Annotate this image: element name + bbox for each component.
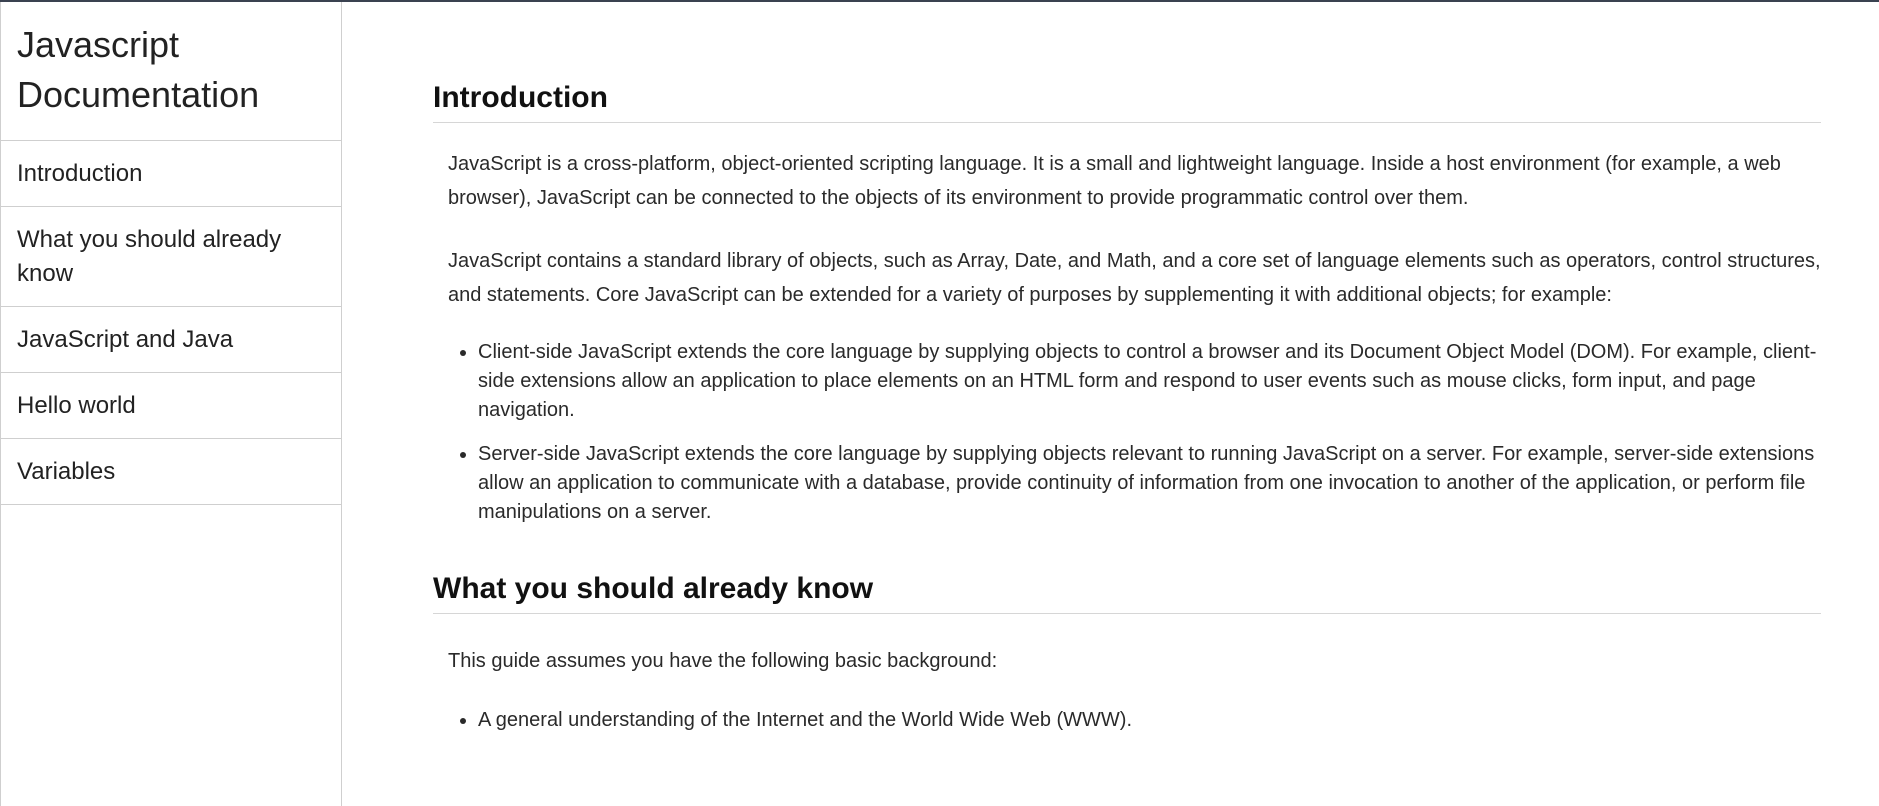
nav-title: Javascript Documentation: [1, 2, 341, 141]
nav-link-javascript-and-java[interactable]: JavaScript and Java: [1, 307, 341, 373]
paragraph: This guide assumes you have the followin…: [448, 650, 998, 672]
nav-link-hello-world[interactable]: Hello world: [1, 373, 341, 439]
nav-item: Introduction: [1, 141, 341, 207]
section-heading-introduction: Introduction: [433, 80, 1821, 123]
nav-link-variables[interactable]: Variables: [1, 439, 341, 505]
nav-item: What you should already know: [1, 207, 341, 307]
nav-item: JavaScript and Java: [1, 307, 341, 373]
nav-link-what-you-should-already-know[interactable]: What you should already know: [1, 207, 341, 307]
sidebar-nav: Javascript Documentation Introduction Wh…: [0, 2, 342, 806]
list-item: A general understanding of the Internet …: [478, 706, 1821, 735]
list-item: Server-side JavaScript extends the core …: [478, 440, 1821, 527]
main-doc: Introduction JavaScript is a cross-platf…: [433, 2, 1821, 750]
nav-links-list: Introduction What you should already kno…: [1, 141, 341, 505]
list-item: Client-side JavaScript extends the core …: [478, 338, 1821, 425]
paragraph: JavaScript contains a standard library o…: [448, 250, 1821, 306]
paragraph: JavaScript is a cross-platform, object-o…: [448, 153, 1781, 209]
nav-item: Hello world: [1, 373, 341, 439]
section-heading-what-you-should-already-know: What you should already know: [433, 571, 1821, 614]
nav-link-introduction[interactable]: Introduction: [1, 141, 341, 207]
section-introduction: Introduction JavaScript is a cross-platf…: [433, 80, 1821, 527]
nav-item: Variables: [1, 439, 341, 505]
section-what-you-should-already-know: What you should already know This guide …: [433, 571, 1821, 735]
bullet-list: Client-side JavaScript extends the core …: [448, 338, 1821, 527]
bullet-list: A general understanding of the Internet …: [448, 706, 1821, 735]
